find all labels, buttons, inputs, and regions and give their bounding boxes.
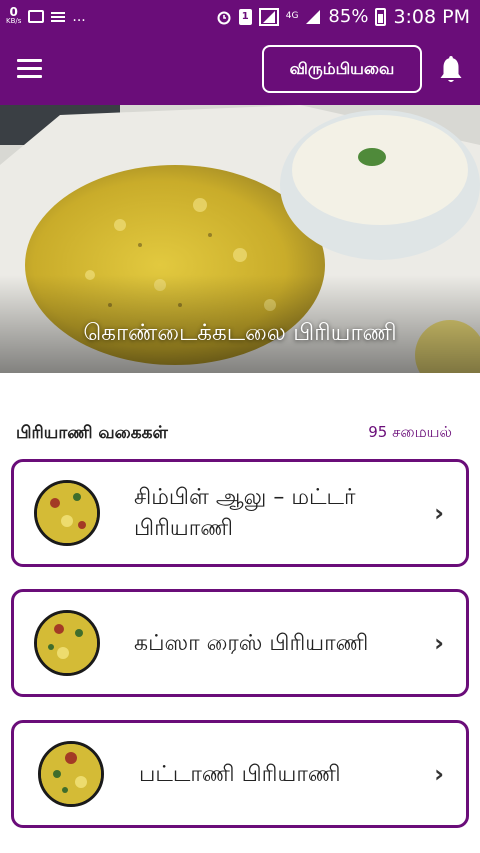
app-bar: விரும்பியவை <box>0 33 480 105</box>
network-type: 4G <box>285 11 299 21</box>
network-speed: 0 KB/s <box>6 4 22 26</box>
recipe-card[interactable]: கப்ஸா ரைஸ் பிரியாணி › <box>11 589 469 697</box>
menu-icon[interactable] <box>17 59 42 79</box>
sim-icon: 1 <box>238 8 252 25</box>
clock: 3:08 PM <box>393 5 470 28</box>
alarm-icon <box>217 11 231 24</box>
section-title: பிரியாணி வகைகள் <box>16 423 168 443</box>
recipe-count: 95 சமையல் <box>368 423 452 441</box>
featured-recipe-banner[interactable]: கொண்டைக்கடலை பிரியாணி <box>0 105 480 373</box>
gallery-icon <box>28 10 45 23</box>
recipe-card[interactable]: சிம்பிள் ஆலு – மட்டர் பிரியாணி › <box>11 459 469 567</box>
battery-icon <box>375 7 387 26</box>
featured-recipe-title: கொண்டைக்கடலை பிரியாணி <box>83 320 397 346</box>
more-notifications: ... <box>72 8 86 25</box>
signal-icon <box>258 7 279 26</box>
recipe-name: கப்ஸா ரைஸ் பிரியாணி <box>134 630 369 656</box>
chevron-right-icon: › <box>434 760 444 788</box>
favorites-button[interactable]: விரும்பியவை <box>262 45 422 93</box>
recipe-thumbnail <box>34 610 100 676</box>
network-speed-value: 0 <box>9 4 18 19</box>
network-speed-unit: KB/s <box>6 16 22 25</box>
signal-strength-icon <box>306 9 321 24</box>
chevron-right-icon: › <box>434 499 444 527</box>
recipe-thumbnail <box>38 741 104 807</box>
notification-bell-icon[interactable] <box>438 55 464 85</box>
chevron-right-icon: › <box>434 629 444 657</box>
recipe-card[interactable]: பட்டாணி பிரியாணி › <box>11 720 469 828</box>
notes-icon <box>51 10 66 24</box>
battery-percent: 85% <box>328 6 369 27</box>
recipe-thumbnail <box>34 480 100 546</box>
recipe-name: பட்டாணி பிரியாணி <box>139 761 341 787</box>
recipe-name: சிம்பிள் ஆலு – மட்டர் பிரியாணி <box>134 485 356 541</box>
status-bar: 0 KB/s ... 1 4G 85% 3:08 PM <box>0 0 480 33</box>
